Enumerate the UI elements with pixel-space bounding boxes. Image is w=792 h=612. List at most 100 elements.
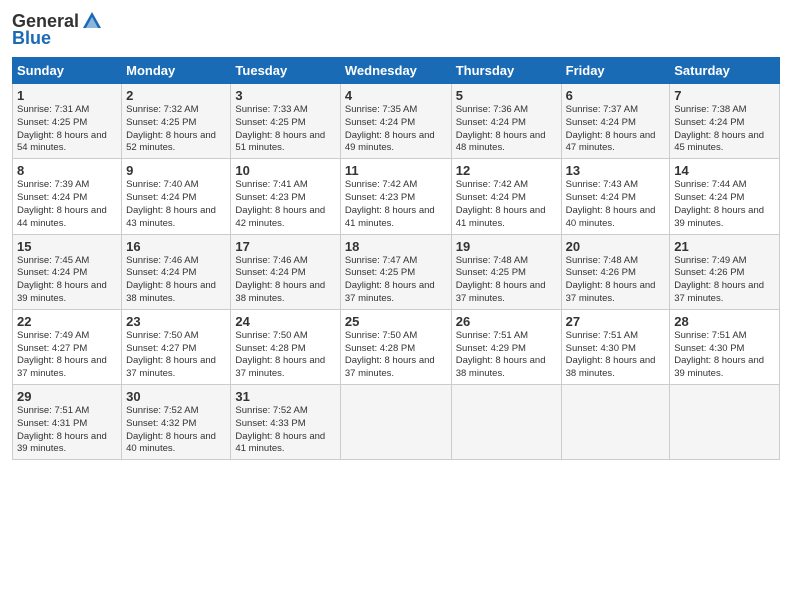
day-info: Sunrise: 7:50 AMSunset: 4:28 PMDaylight:…	[235, 330, 335, 381]
logo-blue-text: Blue	[12, 28, 51, 49]
day-info: Sunrise: 7:47 AMSunset: 4:25 PMDaylight:…	[345, 255, 447, 306]
day-number: 8	[17, 163, 117, 178]
day-number: 31	[235, 389, 335, 404]
calendar-week-row: 22Sunrise: 7:49 AMSunset: 4:27 PMDayligh…	[13, 309, 780, 384]
calendar-cell: 15Sunrise: 7:45 AMSunset: 4:24 PMDayligh…	[13, 234, 122, 309]
day-number: 4	[345, 88, 447, 103]
day-number: 7	[674, 88, 775, 103]
day-info: Sunrise: 7:49 AMSunset: 4:26 PMDaylight:…	[674, 255, 775, 306]
calendar-day-header: Friday	[561, 58, 670, 84]
day-number: 12	[456, 163, 557, 178]
calendar-day-header: Saturday	[670, 58, 780, 84]
calendar-table: SundayMondayTuesdayWednesdayThursdayFrid…	[12, 57, 780, 460]
logo-icon	[81, 10, 103, 32]
day-info: Sunrise: 7:33 AMSunset: 4:25 PMDaylight:…	[235, 104, 335, 155]
calendar-week-row: 1Sunrise: 7:31 AMSunset: 4:25 PMDaylight…	[13, 84, 780, 159]
day-number: 1	[17, 88, 117, 103]
day-info: Sunrise: 7:40 AMSunset: 4:24 PMDaylight:…	[126, 179, 226, 230]
calendar-cell: 30Sunrise: 7:52 AMSunset: 4:32 PMDayligh…	[122, 385, 231, 460]
calendar-cell: 22Sunrise: 7:49 AMSunset: 4:27 PMDayligh…	[13, 309, 122, 384]
day-number: 10	[235, 163, 335, 178]
calendar-week-row: 15Sunrise: 7:45 AMSunset: 4:24 PMDayligh…	[13, 234, 780, 309]
calendar-cell: 29Sunrise: 7:51 AMSunset: 4:31 PMDayligh…	[13, 385, 122, 460]
calendar-cell: 14Sunrise: 7:44 AMSunset: 4:24 PMDayligh…	[670, 159, 780, 234]
day-info: Sunrise: 7:38 AMSunset: 4:24 PMDaylight:…	[674, 104, 775, 155]
day-info: Sunrise: 7:49 AMSunset: 4:27 PMDaylight:…	[17, 330, 117, 381]
day-number: 11	[345, 163, 447, 178]
day-info: Sunrise: 7:51 AMSunset: 4:30 PMDaylight:…	[674, 330, 775, 381]
page-container: General Blue SundayMondayTuesdayWednesda…	[0, 0, 792, 468]
day-info: Sunrise: 7:39 AMSunset: 4:24 PMDaylight:…	[17, 179, 117, 230]
day-number: 18	[345, 239, 447, 254]
calendar-cell: 24Sunrise: 7:50 AMSunset: 4:28 PMDayligh…	[231, 309, 340, 384]
day-info: Sunrise: 7:51 AMSunset: 4:31 PMDaylight:…	[17, 405, 117, 456]
day-number: 27	[566, 314, 666, 329]
day-number: 29	[17, 389, 117, 404]
day-number: 22	[17, 314, 117, 329]
day-number: 3	[235, 88, 335, 103]
calendar-week-row: 29Sunrise: 7:51 AMSunset: 4:31 PMDayligh…	[13, 385, 780, 460]
day-number: 25	[345, 314, 447, 329]
calendar-cell: 5Sunrise: 7:36 AMSunset: 4:24 PMDaylight…	[451, 84, 561, 159]
day-info: Sunrise: 7:44 AMSunset: 4:24 PMDaylight:…	[674, 179, 775, 230]
calendar-cell: 21Sunrise: 7:49 AMSunset: 4:26 PMDayligh…	[670, 234, 780, 309]
day-number: 17	[235, 239, 335, 254]
calendar-cell: 26Sunrise: 7:51 AMSunset: 4:29 PMDayligh…	[451, 309, 561, 384]
day-info: Sunrise: 7:35 AMSunset: 4:24 PMDaylight:…	[345, 104, 447, 155]
calendar-cell: 17Sunrise: 7:46 AMSunset: 4:24 PMDayligh…	[231, 234, 340, 309]
calendar-cell: 1Sunrise: 7:31 AMSunset: 4:25 PMDaylight…	[13, 84, 122, 159]
calendar-body: 1Sunrise: 7:31 AMSunset: 4:25 PMDaylight…	[13, 84, 780, 460]
calendar-cell: 27Sunrise: 7:51 AMSunset: 4:30 PMDayligh…	[561, 309, 670, 384]
day-info: Sunrise: 7:46 AMSunset: 4:24 PMDaylight:…	[235, 255, 335, 306]
day-number: 5	[456, 88, 557, 103]
calendar-cell: 12Sunrise: 7:42 AMSunset: 4:24 PMDayligh…	[451, 159, 561, 234]
day-number: 20	[566, 239, 666, 254]
calendar-cell: 7Sunrise: 7:38 AMSunset: 4:24 PMDaylight…	[670, 84, 780, 159]
day-number: 15	[17, 239, 117, 254]
calendar-header-row: SundayMondayTuesdayWednesdayThursdayFrid…	[13, 58, 780, 84]
day-number: 14	[674, 163, 775, 178]
calendar-cell: 2Sunrise: 7:32 AMSunset: 4:25 PMDaylight…	[122, 84, 231, 159]
calendar-cell: 8Sunrise: 7:39 AMSunset: 4:24 PMDaylight…	[13, 159, 122, 234]
calendar-cell: 3Sunrise: 7:33 AMSunset: 4:25 PMDaylight…	[231, 84, 340, 159]
calendar-day-header: Sunday	[13, 58, 122, 84]
day-info: Sunrise: 7:48 AMSunset: 4:26 PMDaylight:…	[566, 255, 666, 306]
day-info: Sunrise: 7:36 AMSunset: 4:24 PMDaylight:…	[456, 104, 557, 155]
day-number: 19	[456, 239, 557, 254]
day-info: Sunrise: 7:48 AMSunset: 4:25 PMDaylight:…	[456, 255, 557, 306]
day-info: Sunrise: 7:50 AMSunset: 4:27 PMDaylight:…	[126, 330, 226, 381]
calendar-cell: 20Sunrise: 7:48 AMSunset: 4:26 PMDayligh…	[561, 234, 670, 309]
day-info: Sunrise: 7:32 AMSunset: 4:25 PMDaylight:…	[126, 104, 226, 155]
day-info: Sunrise: 7:51 AMSunset: 4:29 PMDaylight:…	[456, 330, 557, 381]
page-header: General Blue	[12, 10, 780, 49]
logo: General Blue	[12, 10, 105, 49]
calendar-cell	[670, 385, 780, 460]
day-info: Sunrise: 7:45 AMSunset: 4:24 PMDaylight:…	[17, 255, 117, 306]
day-number: 23	[126, 314, 226, 329]
calendar-cell	[340, 385, 451, 460]
day-info: Sunrise: 7:41 AMSunset: 4:23 PMDaylight:…	[235, 179, 335, 230]
day-info: Sunrise: 7:52 AMSunset: 4:33 PMDaylight:…	[235, 405, 335, 456]
day-info: Sunrise: 7:50 AMSunset: 4:28 PMDaylight:…	[345, 330, 447, 381]
calendar-cell: 11Sunrise: 7:42 AMSunset: 4:23 PMDayligh…	[340, 159, 451, 234]
calendar-day-header: Monday	[122, 58, 231, 84]
day-info: Sunrise: 7:43 AMSunset: 4:24 PMDaylight:…	[566, 179, 666, 230]
day-number: 9	[126, 163, 226, 178]
calendar-day-header: Thursday	[451, 58, 561, 84]
day-number: 28	[674, 314, 775, 329]
calendar-cell: 31Sunrise: 7:52 AMSunset: 4:33 PMDayligh…	[231, 385, 340, 460]
day-number: 26	[456, 314, 557, 329]
day-info: Sunrise: 7:37 AMSunset: 4:24 PMDaylight:…	[566, 104, 666, 155]
day-number: 21	[674, 239, 775, 254]
calendar-cell: 28Sunrise: 7:51 AMSunset: 4:30 PMDayligh…	[670, 309, 780, 384]
day-info: Sunrise: 7:31 AMSunset: 4:25 PMDaylight:…	[17, 104, 117, 155]
day-number: 30	[126, 389, 226, 404]
calendar-day-header: Tuesday	[231, 58, 340, 84]
day-info: Sunrise: 7:52 AMSunset: 4:32 PMDaylight:…	[126, 405, 226, 456]
day-info: Sunrise: 7:42 AMSunset: 4:23 PMDaylight:…	[345, 179, 447, 230]
calendar-cell: 23Sunrise: 7:50 AMSunset: 4:27 PMDayligh…	[122, 309, 231, 384]
day-number: 24	[235, 314, 335, 329]
day-info: Sunrise: 7:51 AMSunset: 4:30 PMDaylight:…	[566, 330, 666, 381]
day-number: 16	[126, 239, 226, 254]
day-number: 13	[566, 163, 666, 178]
